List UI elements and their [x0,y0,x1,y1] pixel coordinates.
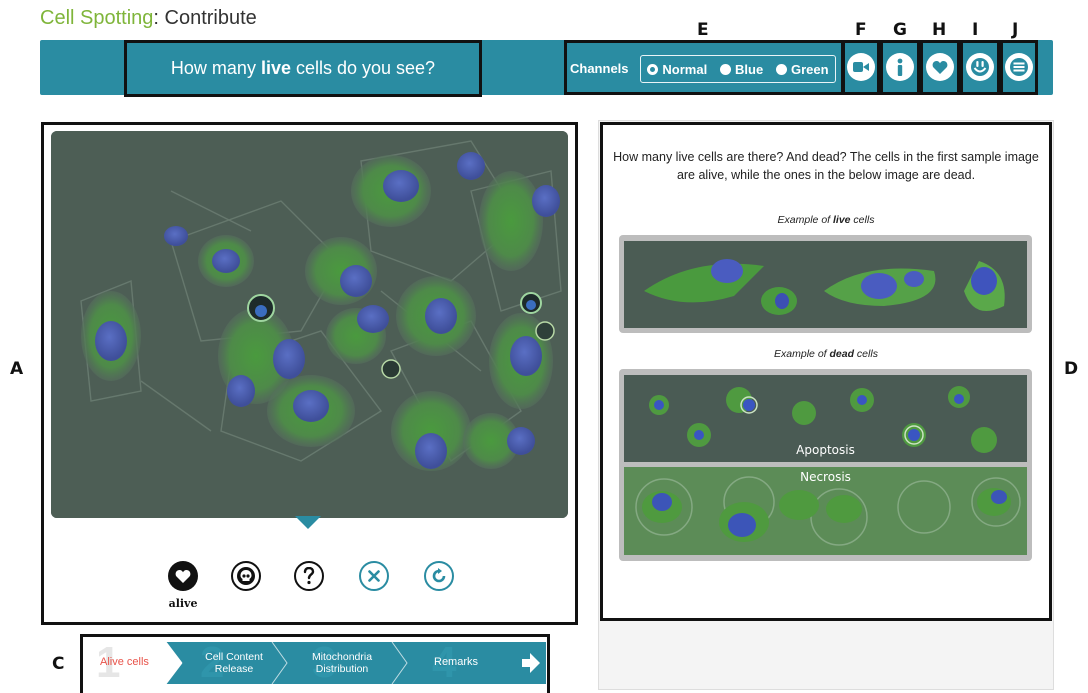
step-label: Cell Content Release [205,651,263,675]
feedback-button[interactable] [966,53,994,81]
annotation-e: E [697,20,709,40]
channel-blue-radio[interactable]: Blue [720,62,763,77]
caption-post: cells [854,348,878,360]
live-cells-drawing [624,241,1027,328]
question-text-bold: live [260,58,291,78]
question-text-post: cells do you see? [295,58,436,78]
reset-button[interactable] [424,561,454,591]
channels-label: Channels [570,61,629,76]
wizard-step-4[interactable]: 4 Remarks [412,638,512,687]
task-wizard: 1 Alive cells 2 Cell Content Release 3 M… [86,638,546,687]
cell-image-drawing [51,131,568,518]
annotation-h: H [932,20,947,40]
reset-icon [432,568,446,583]
heart-icon [175,569,191,583]
app-title: Cell Spotting: Contribute [40,7,257,30]
unsure-button[interactable] [294,561,324,591]
heart-icon [932,60,948,74]
page-name: Contribute [158,7,257,29]
caption-post: cells [850,214,875,226]
wizard-step-2[interactable]: 2 Cell Content Release [186,638,272,687]
step-label: Mitochondria Distribution [311,651,373,675]
apoptosis-label: Apoptosis [796,443,855,457]
radio-indicator [720,63,732,75]
radio-indicator [776,63,787,75]
annotation-d: D [1064,359,1079,379]
caption-pre: Example of [777,214,833,226]
caption-pre: Example of [774,348,830,360]
channel-radio-group: Normal Blue Green [640,55,836,83]
video-icon [853,62,869,72]
live-cells-example-image [624,241,1027,328]
necrosis-example-image: Necrosis [624,467,1027,555]
necrosis-label: Necrosis [800,470,851,484]
wizard-step-3[interactable]: 3 Mitochondria Distribution [292,638,392,687]
mark-dead-button[interactable] [231,561,261,591]
wizard-next-button[interactable] [522,653,540,673]
instructions-text: How many live cells are there? And dead?… [613,150,1039,182]
annotation-f: F [855,20,867,40]
step-label: Alive cells [100,656,149,668]
radio-selected-indicator [647,63,659,75]
annotation-c: C [52,654,65,674]
live-example-caption: Example of live cells [606,214,1046,226]
annotation-a: A [10,359,24,379]
question-text-pre: How many [170,58,256,78]
info-button[interactable] [886,53,914,81]
annotation-i: I [972,20,979,40]
channel-green-label: Green [791,61,829,77]
close-icon [368,570,380,582]
channel-normal-radio[interactable]: Normal [647,62,707,77]
channel-normal-label: Normal [662,61,708,77]
image-pointer-arrow [295,516,321,529]
favorite-button[interactable] [926,53,954,81]
caption-bold: live [833,214,851,226]
annotation-j: J [1012,20,1019,40]
info-icon [897,58,903,76]
menu-button[interactable] [1005,53,1033,81]
skip-button[interactable] [359,561,389,591]
question-icon [303,567,315,585]
menu-icon [1010,58,1028,76]
channel-blue-label: Blue [735,61,764,77]
selected-action-label: alive [168,597,198,610]
apoptosis-example-image: Apoptosis [624,375,1027,462]
brand-name: Cell Spotting [40,7,154,29]
channel-green-radio[interactable]: Green [776,62,829,77]
step-label: Remarks [434,656,479,668]
wizard-step-1[interactable]: 1 Alive cells [86,638,182,687]
arrow-right-icon [522,653,540,673]
cell-microscopy-image[interactable] [51,131,568,518]
smiley-icon [971,58,989,76]
skull-icon [237,567,255,585]
video-button[interactable] [847,53,875,81]
annotation-g: G [893,20,907,40]
caption-bold: dead [829,348,855,360]
dead-example-caption: Example of dead cells [606,348,1046,360]
task-question: How many live cells do you see? [126,42,480,95]
mark-alive-button[interactable] [168,561,198,591]
